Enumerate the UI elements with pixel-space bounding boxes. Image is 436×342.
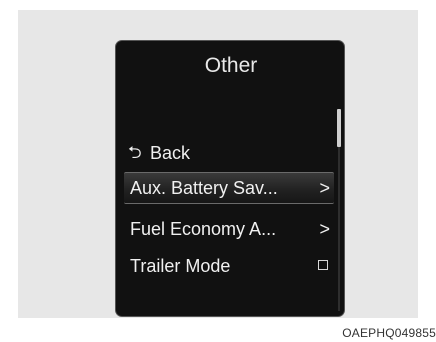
back-arrow-icon: ⮌ <box>128 143 142 162</box>
menu-item-back[interactable]: ⮌ Back <box>124 138 334 168</box>
menu-item-label: Fuel Economy A... <box>130 219 277 239</box>
menu-item-label: Back <box>150 143 191 163</box>
chevron-right-icon: > <box>319 178 330 198</box>
scrollbar-thumb[interactable] <box>337 109 341 147</box>
trailer-mode-checkbox[interactable] <box>318 260 328 270</box>
menu-item-trailer-mode[interactable]: Trailer Mode <box>124 251 334 281</box>
image-reference-code: OAEPHQ049855 <box>342 326 436 340</box>
scrollbar-track[interactable] <box>338 141 340 311</box>
menu-item-label: Aux. Battery Sav... <box>130 178 278 198</box>
menu-item-aux-battery-saver[interactable]: Aux. Battery Sav... > <box>124 172 334 204</box>
cluster-display: Other ⮌ Back Aux. Battery Sav... > Fuel … <box>115 40 345 317</box>
page: Other ⮌ Back Aux. Battery Sav... > Fuel … <box>0 0 436 342</box>
menu-item-fuel-economy[interactable]: Fuel Economy A... > <box>124 214 334 244</box>
menu-title: Other <box>204 54 258 77</box>
menu-item-label: Trailer Mode <box>130 256 231 276</box>
chevron-right-icon: > <box>319 219 330 239</box>
